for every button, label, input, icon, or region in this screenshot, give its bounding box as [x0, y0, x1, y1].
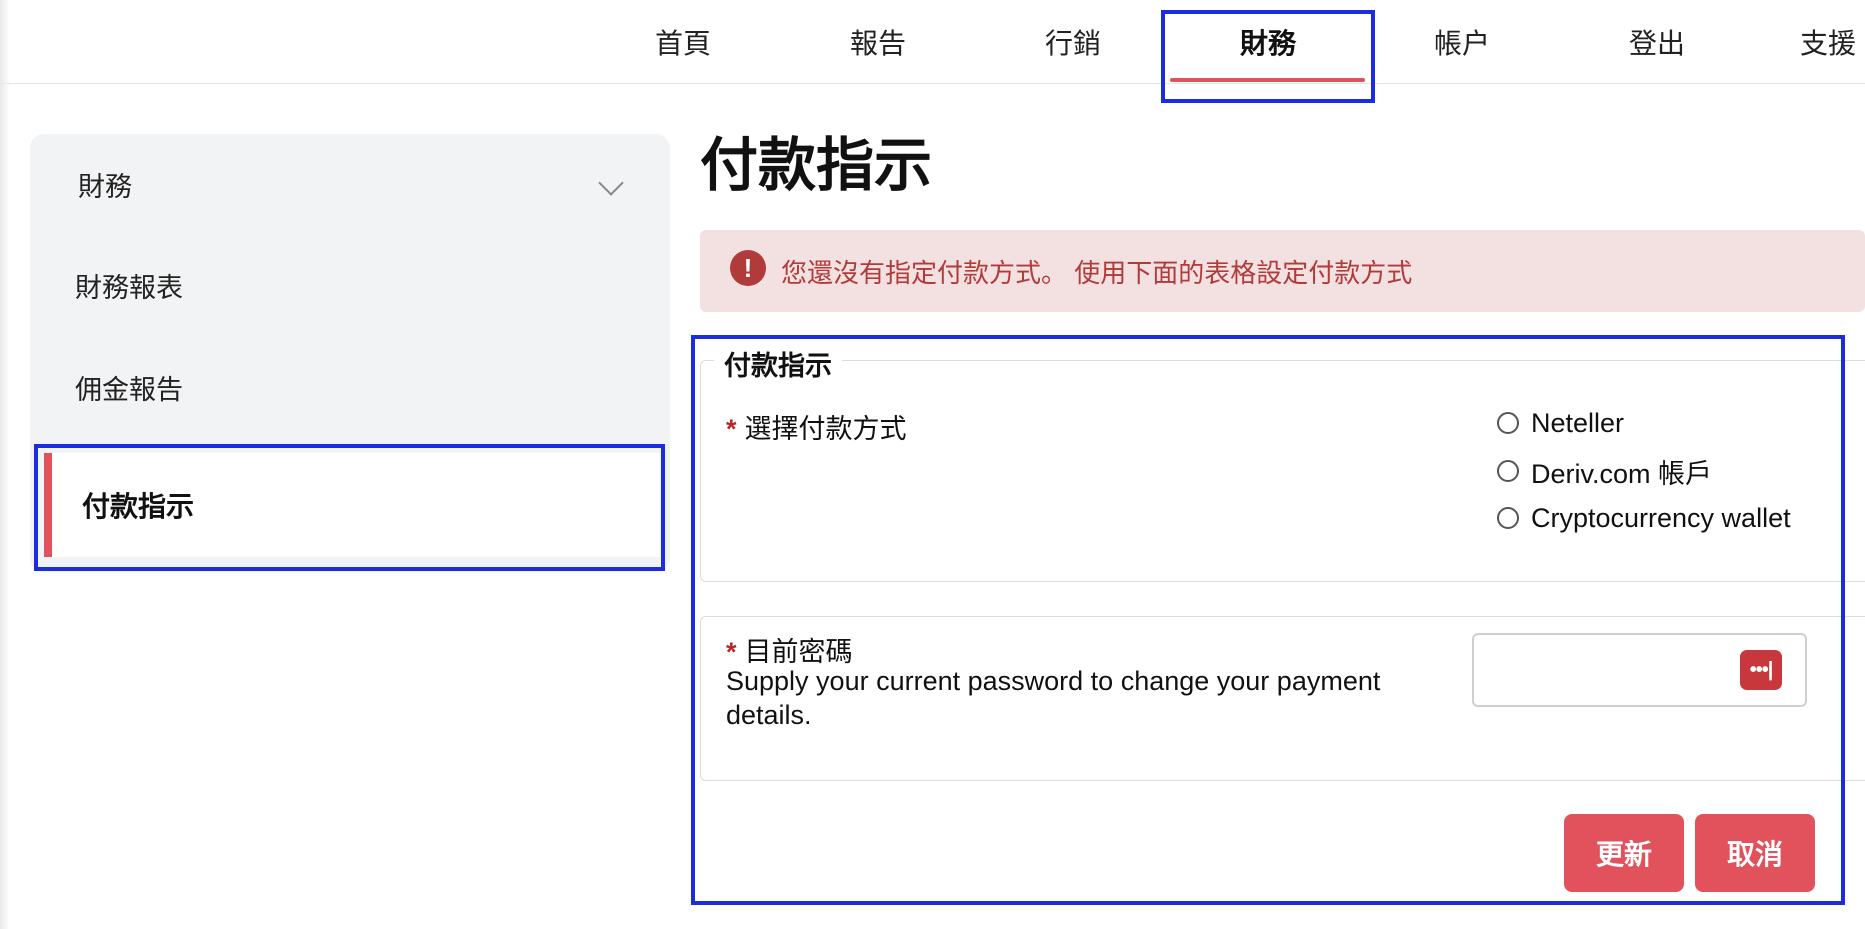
radio-option-deriv-account[interactable]: Deriv.com 帳戶: [1497, 451, 1712, 491]
sidebar-item-label: 付款指示: [82, 491, 195, 522]
sidebar-section-finance[interactable]: 財務: [30, 134, 670, 234]
radio-option-crypto-wallet[interactable]: Cryptocurrency wallet: [1497, 498, 1791, 538]
radio-option-neteller[interactable]: Neteller: [1497, 403, 1624, 443]
sidebar: 財務 財務報表 佣金報告 付款指示: [30, 134, 670, 572]
payment-method-label: * 選擇付款方式: [726, 407, 907, 446]
chevron-down-icon: [598, 170, 624, 196]
left-edge-shadow: [0, 0, 10, 929]
nav-marketing[interactable]: 行銷: [1003, 0, 1143, 83]
nav-reports[interactable]: 報告: [808, 0, 948, 83]
nav-finance[interactable]: 財務: [1198, 0, 1338, 83]
exclamation-icon: !: [730, 250, 766, 286]
required-asterisk: *: [726, 414, 737, 444]
nav-account[interactable]: 帳户: [1392, 0, 1532, 83]
alert-banner: ! 您還沒有指定付款方式。 使用下面的表格設定付款方式: [700, 230, 1865, 312]
sidebar-section-label: 財務: [78, 171, 132, 202]
page-title: 付款指示: [700, 133, 933, 198]
page: 首頁 報告 行銷 財務 帳户 登出 支援 財務 財務報表 佣金報告 付款指示 付…: [0, 0, 1865, 929]
radio-label: Neteller: [1531, 407, 1625, 438]
radio-label: Deriv.com 帳戶: [1531, 458, 1713, 489]
form-legend: 付款指示: [714, 344, 842, 383]
sidebar-item-commission-report[interactable]: 佣金報告: [30, 337, 670, 437]
radio-label: Cryptocurrency wallet: [1531, 502, 1791, 533]
password-label-text: 目前密碼: [744, 637, 853, 667]
password-manager-icon[interactable]: •••|: [1740, 650, 1782, 690]
sidebar-item-label: 財務報表: [75, 272, 183, 303]
nav-active-underline: [1170, 78, 1365, 82]
required-asterisk: *: [726, 637, 737, 667]
top-navigation: 首頁 報告 行銷 財務 帳户 登出 支援: [0, 0, 1865, 84]
nav-home[interactable]: 首頁: [613, 0, 753, 83]
sidebar-item-label: 佣金報告: [75, 374, 183, 405]
alert-message: 您還沒有指定付款方式。 使用下面的表格設定付款方式: [781, 257, 1413, 288]
update-button[interactable]: 更新: [1564, 814, 1684, 892]
nav-support[interactable]: 支援: [1800, 0, 1865, 83]
cancel-button[interactable]: 取消: [1695, 814, 1815, 892]
radio-button[interactable]: [1497, 412, 1519, 434]
radio-button[interactable]: [1497, 507, 1519, 529]
radio-button[interactable]: [1497, 460, 1519, 482]
payment-method-label-text: 選擇付款方式: [744, 414, 907, 444]
nav-support-label: 支援: [1800, 27, 1857, 59]
sidebar-item-financial-statement[interactable]: 財務報表: [30, 235, 670, 335]
nav-logout[interactable]: 登出: [1587, 0, 1727, 83]
password-help-text: Supply your current password to change y…: [726, 666, 1381, 730]
active-indicator-bar: [44, 453, 52, 557]
sidebar-item-payment-instructions[interactable]: 付款指示: [44, 453, 660, 557]
